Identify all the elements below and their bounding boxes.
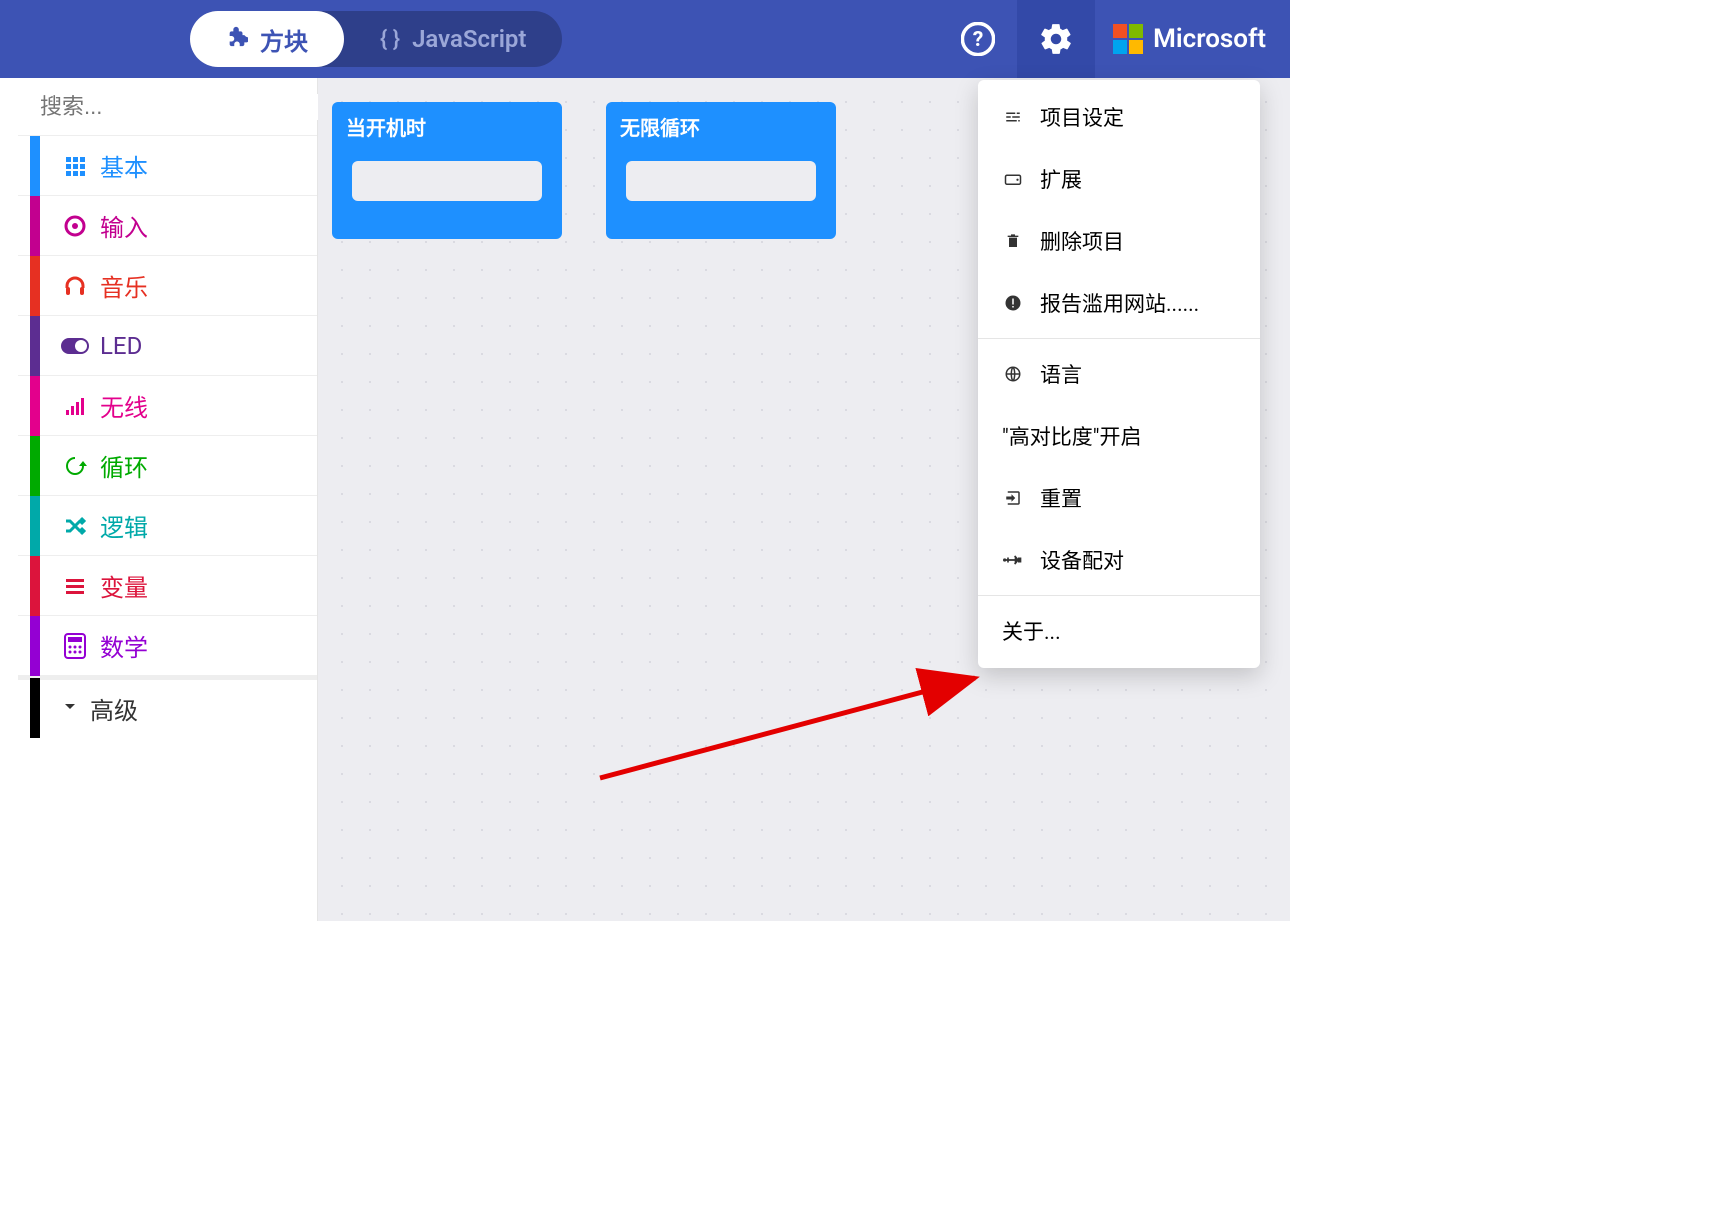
toolbox-sidebar: 基本输入音乐 LED 无线循环逻辑变量数学 高级 — [18, 78, 318, 921]
menu-project-settings-label: 项目设定 — [1040, 102, 1124, 132]
headphones-icon — [58, 274, 92, 298]
signal-icon — [58, 394, 92, 418]
category-grid[interactable]: 基本 — [18, 136, 317, 196]
list-icon — [58, 574, 92, 598]
tab-javascript[interactable]: { } JavaScript — [344, 11, 562, 67]
target-icon — [58, 214, 92, 238]
category-color-bar — [30, 376, 40, 436]
puzzle-icon — [226, 25, 248, 53]
menu-extensions-label: 扩展 — [1040, 164, 1082, 194]
block-on-start-label: 当开机时 — [332, 102, 562, 151]
menu-pair-device-label: 设备配对 — [1040, 545, 1124, 575]
refresh-icon — [58, 454, 92, 478]
menu-high-contrast-label: "高对比度"开启 — [1002, 421, 1141, 451]
app-header: 方块 { } JavaScript ? Microsoft — [0, 0, 1290, 78]
category-headphones[interactable]: 音乐 — [18, 256, 317, 316]
trash-icon — [1002, 232, 1024, 250]
menu-language-label: 语言 — [1040, 359, 1082, 389]
calc-icon — [58, 633, 92, 659]
category-color-bar — [30, 136, 40, 196]
menu-reset[interactable]: 重置 — [978, 467, 1260, 529]
category-color-bar — [30, 196, 40, 256]
category-label: 逻辑 — [100, 508, 148, 543]
menu-pair-device[interactable]: 设备配对 — [978, 529, 1260, 591]
advanced-bar — [30, 678, 40, 738]
menu-language[interactable]: 语言 — [978, 343, 1260, 405]
category-label: 数学 — [100, 628, 148, 663]
category-color-bar — [30, 256, 40, 316]
menu-delete-project-label: 删除项目 — [1040, 226, 1124, 256]
menu-report-abuse-label: 报告滥用网站...... — [1040, 288, 1199, 318]
category-label: 音乐 — [100, 268, 148, 303]
menu-about-label: 关于... — [1002, 616, 1061, 646]
menu-high-contrast[interactable]: "高对比度"开启 — [978, 405, 1260, 467]
tab-blocks[interactable]: 方块 — [190, 11, 344, 67]
menu-separator — [978, 595, 1260, 596]
tab-js-label: JavaScript — [412, 25, 526, 53]
category-toggle[interactable]: LED — [18, 316, 317, 376]
block-on-start[interactable]: 当开机时 — [332, 102, 562, 239]
category-color-bar — [30, 556, 40, 616]
tab-blocks-label: 方块 — [260, 22, 308, 57]
search-input[interactable] — [40, 94, 328, 120]
editor-tabs: 方块 { } JavaScript — [190, 11, 562, 67]
svg-text:?: ? — [973, 27, 984, 52]
category-color-bar — [30, 316, 40, 376]
sliders-icon — [1002, 108, 1024, 126]
category-refresh[interactable]: 循环 — [18, 436, 317, 496]
settings-button[interactable] — [1017, 0, 1095, 78]
advanced-label: 高级 — [90, 691, 138, 726]
category-label: 变量 — [100, 568, 148, 603]
menu-reset-label: 重置 — [1040, 483, 1082, 513]
grid-icon — [58, 154, 92, 178]
category-target[interactable]: 输入 — [18, 196, 317, 256]
search-row — [18, 78, 317, 136]
category-label: 无线 — [100, 388, 148, 423]
drive-icon — [1002, 172, 1024, 186]
category-label: LED — [100, 332, 142, 360]
category-calc[interactable]: 数学 — [18, 616, 317, 676]
toggle-icon — [58, 337, 92, 355]
signout-icon — [1002, 489, 1024, 507]
category-label: 输入 — [100, 208, 148, 243]
settings-menu: 项目设定 扩展 删除项目 报告滥用网站...... 语言 "高对比度"开启 重置 — [978, 80, 1260, 668]
category-list[interactable]: 变量 — [18, 556, 317, 616]
header-right: ? Microsoft — [939, 0, 1290, 78]
advanced-toggle[interactable]: 高级 — [18, 676, 317, 736]
menu-delete-project[interactable]: 删除项目 — [978, 210, 1260, 272]
category-signal[interactable]: 无线 — [18, 376, 317, 436]
chevron-down-icon — [58, 694, 82, 722]
alert-icon — [1002, 294, 1024, 312]
microsoft-label: Microsoft — [1153, 24, 1266, 54]
block-forever[interactable]: 无限循环 — [606, 102, 836, 239]
shuffle-icon — [58, 514, 92, 538]
usb-icon — [1002, 553, 1024, 567]
microsoft-icon — [1113, 24, 1143, 54]
category-color-bar — [30, 436, 40, 496]
help-button[interactable]: ? — [939, 0, 1017, 78]
menu-about[interactable]: 关于... — [978, 600, 1260, 662]
microsoft-logo[interactable]: Microsoft — [1095, 0, 1290, 78]
menu-extensions[interactable]: 扩展 — [978, 148, 1260, 210]
block-forever-label: 无限循环 — [606, 102, 836, 151]
menu-report-abuse[interactable]: 报告滥用网站...... — [978, 272, 1260, 334]
category-shuffle[interactable]: 逻辑 — [18, 496, 317, 556]
category-label: 基本 — [100, 148, 148, 183]
globe-icon — [1002, 365, 1024, 383]
menu-project-settings[interactable]: 项目设定 — [978, 86, 1260, 148]
category-list: 基本输入音乐 LED 无线循环逻辑变量数学 — [18, 136, 317, 676]
menu-separator — [978, 338, 1260, 339]
braces-icon: { } — [380, 27, 400, 52]
category-color-bar — [30, 616, 40, 676]
category-label: 循环 — [100, 448, 148, 483]
category-color-bar — [30, 496, 40, 556]
